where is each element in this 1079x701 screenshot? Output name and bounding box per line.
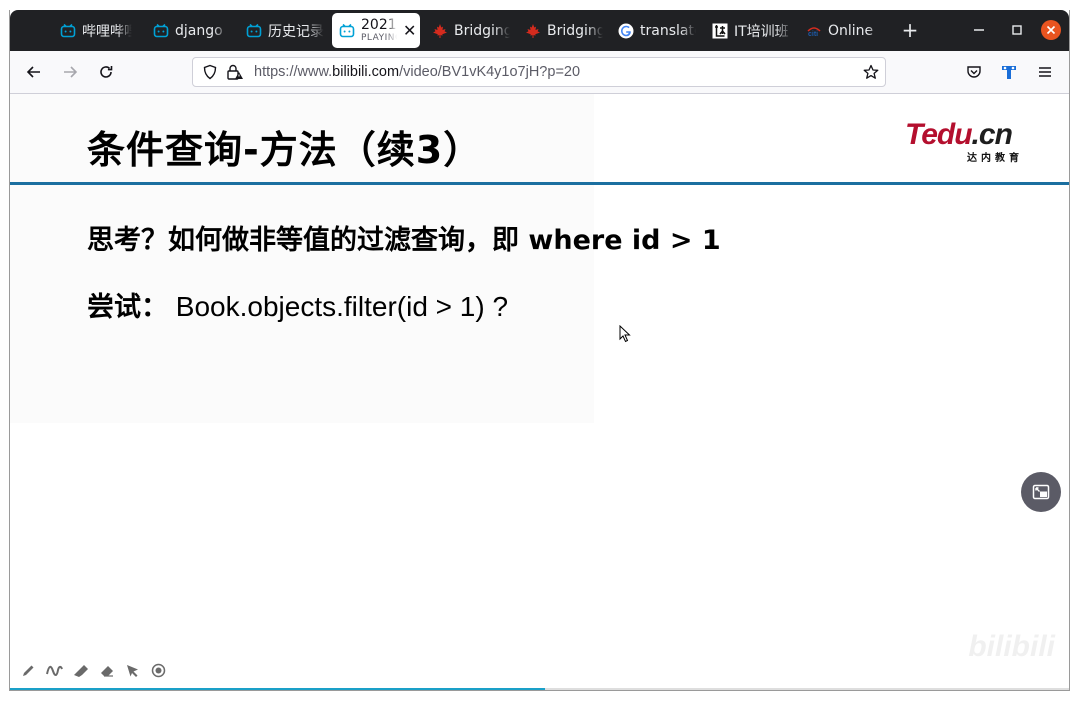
maple-leaf-icon (525, 23, 541, 39)
slide-attempt-label: 尝试： (87, 292, 168, 323)
logo-wordmark: Tedu.cn (905, 118, 1013, 152)
video-progress-fill (10, 688, 545, 690)
url-path: /video/BV1vK4y1o7jH?p=20 (399, 64, 581, 80)
tab-online[interactable]: citi Online (806, 13, 882, 48)
close-window-icon[interactable] (1041, 20, 1061, 40)
bilibili-icon (153, 23, 169, 39)
tab-label: Bridging (454, 22, 510, 39)
slide-question-line: 思考？如何做非等值的过滤查询，即 where id > 1 (87, 218, 721, 257)
bilibili-icon (339, 23, 355, 39)
video-player[interactable]: 条件查询-方法（续3） Tedu.cn 达内教育 思考？如何做非等值的过滤查询，… (10, 94, 1069, 690)
bilibili-watermark: bilibili (968, 630, 1055, 663)
pointer-icon[interactable] (124, 662, 141, 679)
tab-strip: 哔哩哔哩 django 历史记录 2021 PLAYING ✕ Bridging (10, 10, 1069, 51)
tedu-logo: Tedu.cn 达内教育 (905, 118, 1035, 164)
tab-bilibili-home[interactable]: 哔哩哔哩 (60, 13, 132, 48)
tarena-icon (712, 23, 728, 39)
highlighter-icon[interactable] (72, 662, 89, 679)
tab-label: IT培训班 (734, 23, 789, 40)
bookmark-star-icon[interactable] (863, 64, 879, 80)
video-progress-bar[interactable] (10, 688, 1069, 690)
annotation-toolbar (20, 662, 167, 679)
bilibili-icon (60, 23, 76, 39)
close-tab-icon[interactable]: ✕ (403, 21, 416, 40)
reload-icon[interactable] (95, 61, 117, 83)
url-domain: bilibili.com (332, 64, 400, 80)
tab-history[interactable]: 历史记录 (246, 13, 324, 48)
logo-cn: cn (978, 118, 1013, 151)
tab-bridging-1[interactable]: Bridging (432, 13, 510, 48)
maximize-icon[interactable] (1007, 20, 1027, 40)
back-icon[interactable] (23, 61, 45, 83)
tab-label: translate (640, 22, 696, 39)
logo-dot: . (971, 118, 980, 151)
google-icon (618, 23, 634, 39)
citi-icon: citi (806, 23, 822, 39)
logo-main-text: Tedu (905, 118, 973, 151)
mouse-cursor-icon (619, 324, 631, 343)
tracking-shield-icon[interactable] (202, 64, 218, 80)
record-icon[interactable] (150, 662, 167, 679)
address-bar[interactable]: https://www.bilibili.com/video/BV1vK4y1o… (192, 57, 886, 87)
lock-warning-icon[interactable] (226, 64, 244, 80)
freehand-icon[interactable] (46, 662, 63, 679)
tab-translate[interactable]: translate (618, 13, 696, 48)
url-prefix: https://www. (254, 64, 333, 80)
new-tab-button[interactable]: + (900, 20, 920, 40)
pocket-icon[interactable] (963, 61, 985, 83)
menu-icon[interactable] (1034, 61, 1056, 83)
extension-icon[interactable] (998, 61, 1020, 83)
slide-attempt-code: Book.objects.filter(id > 1) ? (168, 291, 509, 322)
tab-bridging-2[interactable]: Bridging (525, 13, 603, 48)
tab-label: Bridging (547, 22, 603, 39)
tab-it-training[interactable]: IT培训班 (712, 13, 792, 48)
minimize-icon[interactable] (969, 20, 989, 40)
tab-label: 2021 (361, 18, 397, 33)
slide-question-text: 思考？如何做非等值的过滤查询，即 where id > 1 (87, 225, 721, 256)
svg-text:citi: citi (808, 31, 818, 38)
picture-in-picture-icon[interactable] (1021, 472, 1061, 512)
tab-label: django (175, 22, 223, 39)
maple-leaf-icon (432, 23, 448, 39)
url-text[interactable]: https://www.bilibili.com/video/BV1vK4y1o… (254, 64, 580, 80)
tab-django[interactable]: django (153, 13, 228, 48)
tab-label: 历史记录 (268, 23, 324, 40)
logo-subtitle: 达内教育 (967, 153, 1023, 164)
pen-icon[interactable] (20, 662, 37, 679)
tab-labels: 2021 PLAYING (361, 18, 397, 43)
bilibili-icon (246, 23, 262, 39)
forward-icon[interactable] (59, 61, 81, 83)
slide-title: 条件查询-方法（续3） (87, 128, 483, 172)
tab-playing-label: PLAYING (361, 33, 397, 43)
navigation-toolbar: https://www.bilibili.com/video/BV1vK4y1o… (10, 51, 1069, 94)
tab-label: 哔哩哔哩 (82, 23, 132, 40)
eraser-icon[interactable] (98, 662, 115, 679)
tab-label: Online (828, 22, 874, 39)
slide-attempt-line: 尝试： Book.objects.filter(id > 1) ? (87, 285, 508, 324)
tab-active-video[interactable]: 2021 PLAYING ✕ (332, 13, 420, 48)
